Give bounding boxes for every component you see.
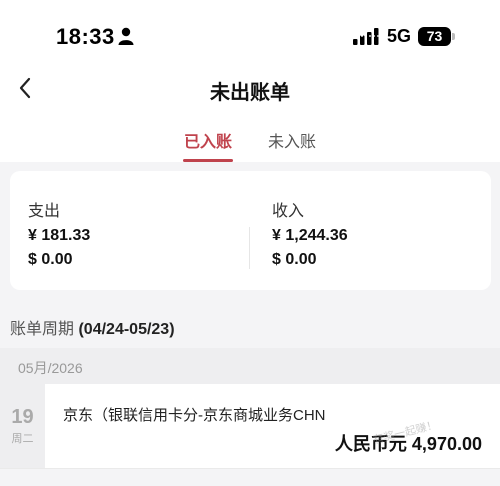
transaction-merchant: 京东（银联信用卡分-京东商城业务CHN [63,407,326,424]
status-time: 18:33 [56,24,115,49]
signal-icon [353,28,379,45]
person-icon [118,27,134,45]
battery-level: 73 [426,28,443,44]
month-group-label: 05月/2026 [18,360,83,376]
tab-unposted[interactable]: 未入账 [268,128,316,152]
network-label: 5G [387,26,412,46]
expense-label: 支出 [28,203,61,220]
income-label: 收入 [272,203,305,220]
card-divider [249,227,250,269]
month-group-header: 05月/2026 [0,348,500,384]
expense-cny-value: ¥ 181.33 [28,227,91,244]
row-divider [0,468,500,469]
transaction-day: 19 [11,406,34,428]
billing-period-range: (04/24-05/23) [78,321,175,338]
tab-bar: 已入账 未入账 [0,120,500,162]
summary-card: 支出 ¥ 181.33 $ 0.00 收入 ¥ 1,244.36 $ 0.00 [10,171,491,290]
tab-posted[interactable]: 已入账 [184,128,232,152]
status-bar: 18:33 5G 73 [0,0,500,70]
billing-period: 账单周期 (04/24-05/23) [10,315,175,339]
income-cny-value: ¥ 1,244.36 [272,227,348,244]
transaction-date: 19 周二 [0,384,45,468]
transaction-weekday: 周二 [11,433,34,445]
income-usd-value: $ 0.00 [272,251,317,268]
tab-active-indicator [183,159,233,162]
billing-period-label: 账单周期 [10,321,75,338]
battery-icon: 73 [418,27,456,46]
expense-usd-value: $ 0.00 [28,251,73,268]
page-title: 未出账单 [210,82,290,104]
nav-bar: 未出账单 [0,70,500,120]
